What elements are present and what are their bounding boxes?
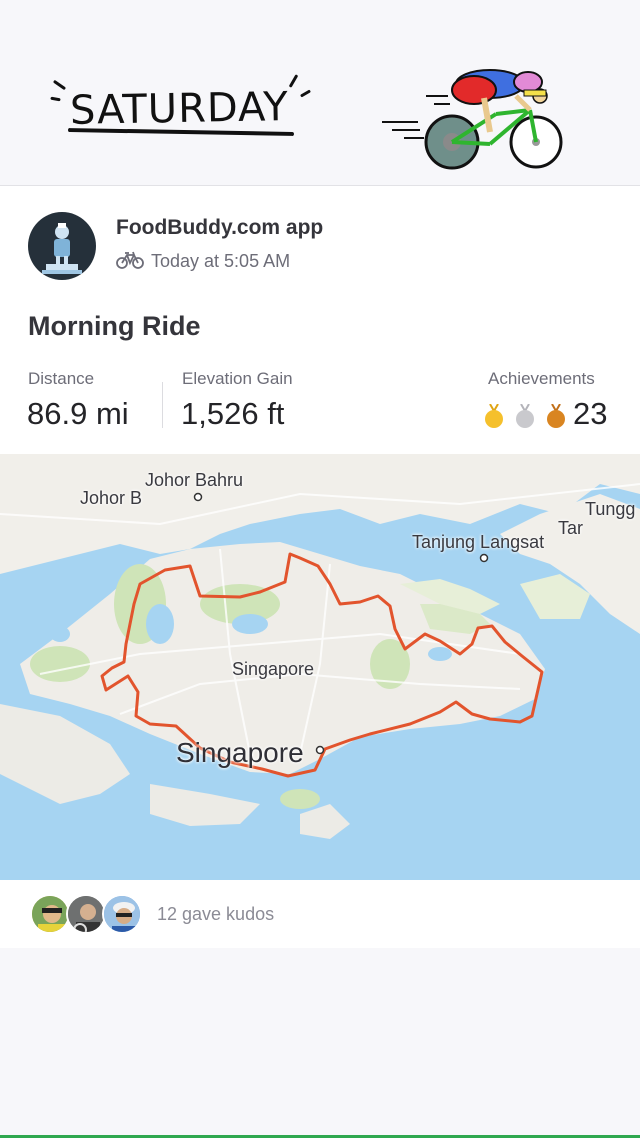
tanjung-langsat-marker [479,553,489,563]
elevation-label: Elevation Gain [182,369,293,388]
cyclist-sticker-icon [382,69,563,170]
athlete-avatar[interactable] [28,212,96,280]
activity-timestamp: Today at 5:05 AM [151,251,291,271]
map-label-johor-bahru: Johor Bahru [145,470,244,490]
map-label-singapore-region: Singapore [232,659,315,679]
bike-icon [116,251,144,269]
map-label-tungg: Tungg [585,499,636,519]
kudos-avatar[interactable] [66,894,106,934]
johor-bahru-marker [193,492,203,502]
kudos-count-text[interactable]: 12 gave kudos [157,904,274,925]
route-map[interactable]: Johor Bahru Johor B Tungg Tar Tanjung La… [0,454,640,880]
silver-medal-icon [516,404,534,428]
achievements-label: Achievements [488,369,595,388]
kudos-avatar[interactable] [102,894,142,934]
gold-medal-icon [485,404,503,428]
saturday-sticker-text: SATURDAY [69,84,290,134]
saturday-sticker: SATURDAY [50,72,322,144]
bronze-medal-icon [547,404,565,428]
map-canvas [0,454,640,839]
map-label-johor-b: Johor B [80,488,143,508]
distance-label: Distance [28,369,95,388]
stat-divider [162,382,163,428]
map-label-tar: Tar [558,518,584,538]
map-label-singapore-city: Singapore [176,737,304,768]
kudos-row[interactable]: 12 gave kudos [0,880,640,948]
activity-card[interactable]: FoodBuddy.com app Today at 5:05 AM Morni… [0,186,640,454]
story-header: SATURDAY [0,0,640,186]
kudos-avatar[interactable] [30,894,70,934]
activity-title[interactable]: Morning Ride [28,311,200,342]
achievements-count: 23 [573,396,608,431]
map-label-tanjung-langsat: Tanjung Langsat [412,532,545,552]
singapore-marker [315,745,325,755]
distance-value: 86.9 mi [27,396,129,431]
athlete-name[interactable]: FoodBuddy.com app [116,216,323,240]
elevation-value: 1,526 ft [181,396,285,431]
